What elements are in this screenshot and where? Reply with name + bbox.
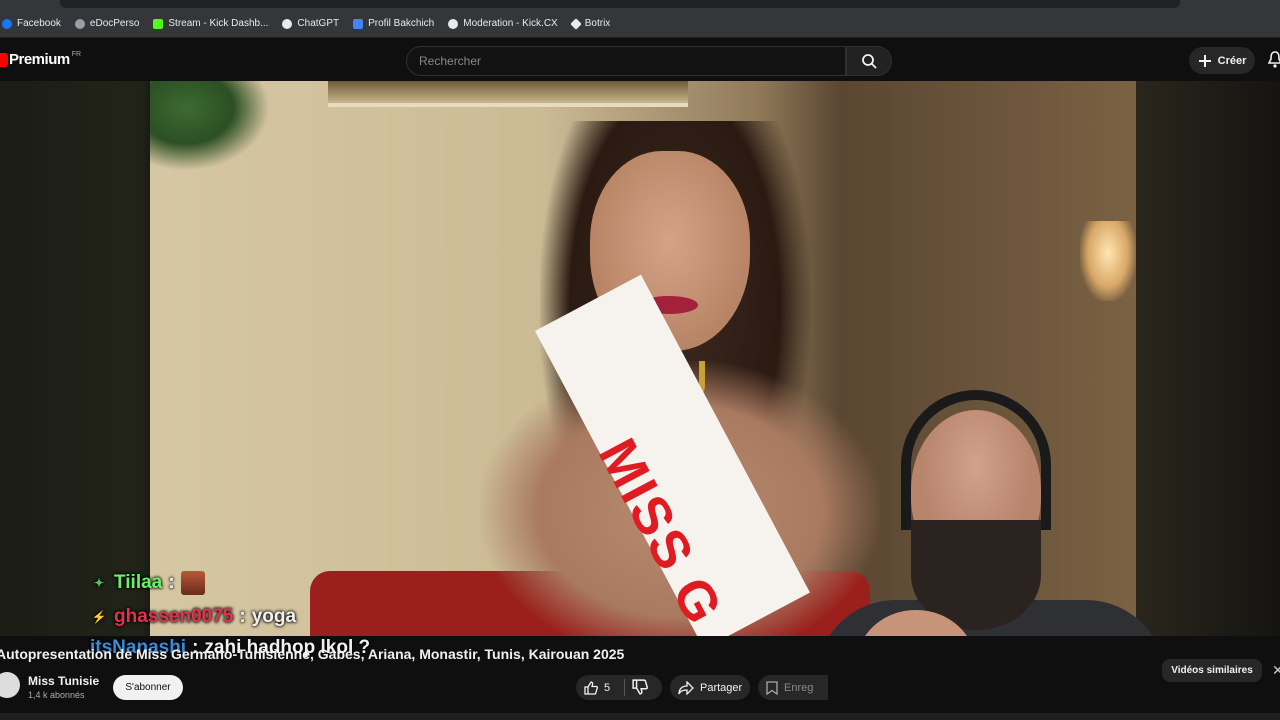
search-button[interactable]: [846, 46, 892, 76]
similar-videos-chip[interactable]: Vidéos similaires: [1162, 659, 1262, 682]
gear-icon: [448, 18, 459, 29]
address-bar[interactable]: [60, 0, 1180, 8]
bookmark-icon: [766, 680, 778, 695]
bookmarks-bar: Facebook eDocPerso Stream - Kick Dashb..…: [0, 10, 1280, 38]
wall-frame: [328, 81, 688, 107]
thumbs-down-icon[interactable]: [632, 679, 648, 695]
document-icon: [353, 18, 364, 29]
thumbs-up-icon: [584, 680, 598, 695]
youtube-play-icon: [0, 53, 8, 67]
share-label: Partager: [700, 681, 743, 694]
browser-top-strip: [0, 0, 1280, 10]
page-bottom-strip: [0, 713, 1280, 720]
create-label: Créer: [1217, 54, 1247, 67]
channel-name[interactable]: Miss Tunisie: [28, 674, 99, 688]
like-count: 5: [604, 681, 611, 694]
save-label: Enregistrer: [784, 681, 814, 694]
globe-icon: [74, 18, 85, 29]
bookmark-kick-dashboard[interactable]: Stream - Kick Dashb...: [153, 18, 268, 29]
plant: [150, 81, 270, 171]
chat-text: yoga: [251, 606, 297, 627]
bookmark-profil-bakchich[interactable]: Profil Bakchich: [353, 18, 434, 29]
chat-message: ⚡ ghassen0075 : yoga: [90, 600, 297, 634]
lamp: [1080, 221, 1136, 301]
subscriber-count: 1,4 k abonnés: [28, 690, 85, 700]
bookmark-chatgpt[interactable]: ChatGPT: [282, 18, 339, 29]
chat-username: ghassen0075: [114, 606, 234, 627]
close-icon[interactable]: ✕: [1272, 662, 1280, 679]
subscribe-button[interactable]: S'abonner: [113, 675, 183, 700]
create-button[interactable]: Créer: [1189, 47, 1255, 74]
chat-message: ✦ Tiilaa :: [90, 566, 296, 600]
youtube-header: Premium FR Rechercher Créer: [0, 39, 1280, 81]
bookmark-edocperso[interactable]: eDocPerso: [74, 18, 139, 29]
youtube-premium-logo[interactable]: Premium FR: [0, 51, 81, 68]
bookmark-botrix[interactable]: Botrix: [570, 17, 610, 30]
badge-icon: ⚡: [91, 610, 107, 624]
bookmark-moderation-kick[interactable]: Moderation - Kick.CX: [448, 18, 558, 29]
diamond-icon: [570, 17, 582, 30]
search-placeholder: Rechercher: [419, 54, 482, 68]
facebook-icon: [2, 18, 12, 29]
bookmark-facebook[interactable]: Facebook: [2, 18, 61, 29]
leaf-badge-icon: ✦: [93, 576, 105, 590]
plus-icon: [1198, 54, 1211, 67]
kick-icon: [153, 18, 164, 29]
chat-overlay: ✦ Tiilaa : ⚡ ghassen0075 : yoga: [90, 566, 296, 634]
chatgpt-icon: [282, 18, 293, 29]
share-arrow-icon: [678, 680, 694, 695]
chat-separator: :: [239, 606, 246, 627]
chat-username: Tiilaa: [114, 572, 163, 593]
similar-videos-label: Vidéos similaires: [1171, 665, 1253, 676]
share-button[interactable]: Partager: [670, 675, 750, 700]
search-input[interactable]: Rechercher: [406, 46, 846, 76]
like-divider: [624, 679, 625, 696]
video-title: Autopresentation de Miss Germano-Tunisie…: [0, 646, 625, 662]
logo-text: Premium: [9, 51, 70, 68]
like-button[interactable]: 5: [576, 675, 662, 700]
subscribe-label: S'abonner: [125, 682, 171, 693]
notifications-bell-icon[interactable]: [1268, 51, 1280, 69]
chat-separator: :: [168, 572, 175, 593]
save-button[interactable]: Enregistrer: [758, 675, 828, 700]
search-icon: [862, 54, 877, 69]
logo-country-code: FR: [71, 51, 82, 58]
chat-emote: [180, 571, 205, 595]
